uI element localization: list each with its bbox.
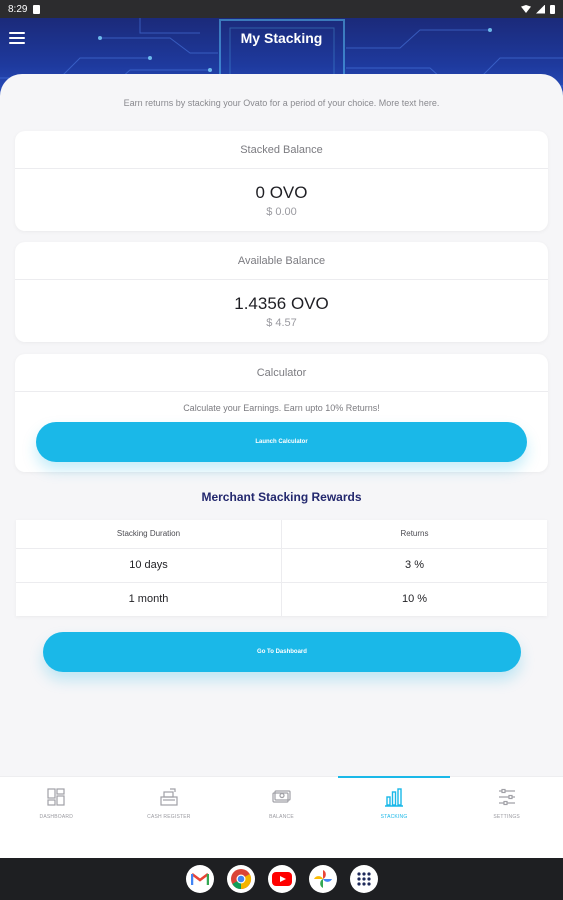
settings-icon [498,788,515,806]
returns-cell: 3 % [281,549,547,582]
cash-register-icon [160,788,178,806]
duration-cell: 1 month [128,593,169,605]
nav-item-balance[interactable]: BALANCE [225,777,338,858]
duration-cell: 10 days [129,559,168,571]
column-header-returns: Returns [281,520,547,548]
wifi-icon [521,5,531,13]
photos-icon[interactable] [308,865,337,893]
nav-item-cash-register[interactable]: CASH REGISTER [113,777,226,858]
stacking-icon [385,788,404,807]
nav-label: DASHBOARD [39,814,74,820]
column-header-duration: Stacking Duration [116,529,181,538]
sd-card-icon [33,4,41,14]
signal-icon [536,4,545,14]
status-bar: 8:29 [0,0,563,18]
available-balance-label: Available Balance [15,242,548,280]
available-balance-amount: 1.4356 OVO [234,294,329,313]
stacked-balance-amount: 0 OVO [255,183,308,202]
gmail-icon[interactable] [185,865,214,893]
status-time: 8:29 [8,3,28,15]
page-title: My Stacking [240,30,323,46]
launch-calculator-button[interactable]: Launch Calculator [36,422,527,462]
nav-label: CASH REGISTER [147,814,191,820]
chrome-icon[interactable] [226,865,255,893]
stacked-balance-card: Stacked Balance 0 OVO $ 0.00 [15,131,548,231]
balance-icon [272,790,292,803]
go-to-dashboard-button[interactable]: Go To Dashboard [43,632,521,672]
dashboard-icon [47,788,65,806]
table-row: 1 month 10 % [16,583,547,616]
status-icons [521,4,555,14]
youtube-icon[interactable] [267,865,296,893]
calculator-label: Calculator [15,354,548,392]
main-content: Earn returns by stacking your Ovato for … [0,74,563,776]
returns-cell: 10 % [281,583,547,616]
nav-label: SETTINGS [493,814,520,820]
nav-label: BALANCE [269,814,294,820]
nav-item-stacking[interactable]: STACKING [337,776,451,858]
android-dock [0,858,563,900]
table-row: 10 days 3 % [16,549,547,583]
calculator-card: Calculator Calculate your Earnings. Earn… [15,354,548,472]
nav-item-settings[interactable]: SETTINGS [450,777,563,858]
stacked-balance-label: Stacked Balance [15,131,548,169]
calculator-note: Calculate your Earnings. Earn upto 10% R… [183,403,380,413]
available-balance-fiat: $ 4.57 [266,317,297,329]
available-balance-card: Available Balance 1.4356 OVO $ 4.57 [15,242,548,342]
nav-label: STACKING [380,814,408,820]
bottom-navigation: DASHBOARD CASH REGISTER BALANCE STACKING… [0,776,563,858]
rewards-title: Merchant Stacking Rewards [201,490,362,504]
battery-icon [550,4,555,14]
rewards-table: Stacking Duration Returns 10 days 3 % 1 … [16,520,547,616]
stacked-balance-fiat: $ 0.00 [266,206,297,218]
nav-item-dashboard[interactable]: DASHBOARD [0,777,113,858]
rewards-table-header: Stacking Duration Returns [16,520,547,549]
app-drawer-icon[interactable] [349,865,378,893]
intro-text: Earn returns by stacking your Ovato for … [123,98,440,108]
